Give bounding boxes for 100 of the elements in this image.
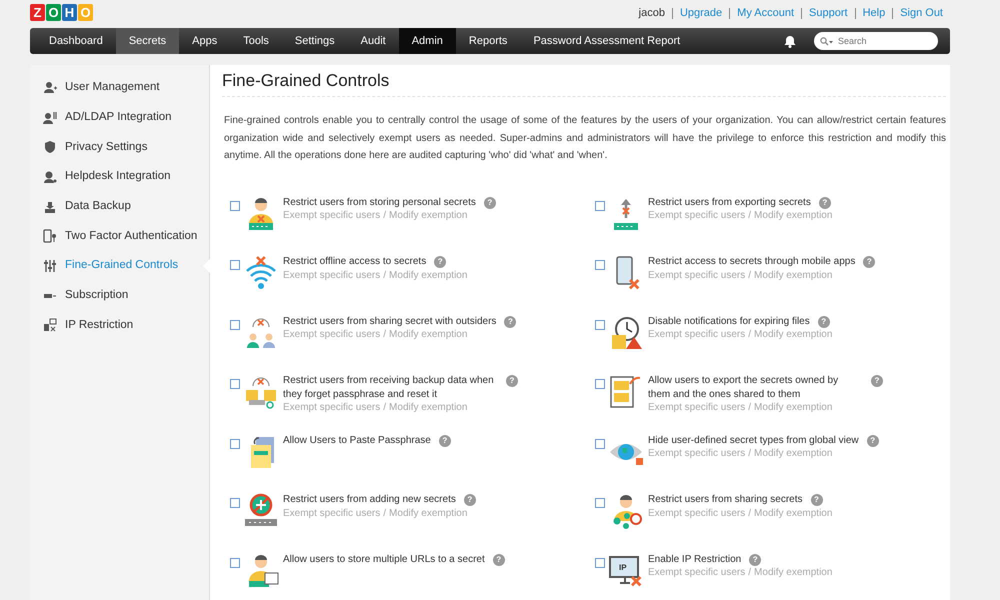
- sidebar-icon: [43, 258, 57, 273]
- exemption-link[interactable]: Exempt specific users: [648, 270, 746, 281]
- exemption-link[interactable]: Modify exemption: [389, 210, 468, 222]
- nav-tab[interactable]: Tools: [230, 28, 282, 54]
- sidebar-item[interactable]: AD/LDAP Integration: [30, 102, 209, 132]
- separator: /: [747, 448, 752, 460]
- nav-tab[interactable]: Reports: [456, 28, 520, 54]
- sidebar-icon: [43, 80, 57, 95]
- user-name: jacob: [637, 8, 666, 19]
- exemption-link[interactable]: Modify exemption: [389, 508, 468, 519]
- nav-tab[interactable]: Password Assessment Report: [520, 28, 694, 54]
- header-link[interactable]: Support: [801, 8, 855, 19]
- exemption-link[interactable]: Exempt specific users: [283, 329, 380, 340]
- checkbox[interactable]: [230, 320, 240, 330]
- exemption-link[interactable]: Exempt specific users: [283, 210, 380, 222]
- separator: /: [382, 508, 388, 519]
- control-label: Restrict users from sharing secret with outsiders: [283, 314, 496, 328]
- notification-bell-icon[interactable]: [784, 34, 796, 48]
- separator: /: [747, 508, 752, 519]
- help-icon[interactable]: ?: [506, 375, 518, 388]
- checkbox[interactable]: [595, 498, 605, 508]
- search-icon: [820, 37, 834, 46]
- exemption-link[interactable]: Modify exemption: [754, 210, 832, 222]
- header-link[interactable]: Help: [854, 8, 892, 19]
- sidebar-icon: [43, 170, 57, 184]
- checkbox[interactable]: [230, 498, 240, 508]
- checkbox[interactable]: [595, 260, 605, 270]
- sidebar-icon: [43, 318, 57, 332]
- header-link[interactable]: My Account: [729, 8, 802, 19]
- help-icon[interactable]: ?: [438, 434, 451, 447]
- separator: /: [382, 210, 388, 222]
- checkbox[interactable]: [595, 200, 605, 211]
- separator: /: [747, 567, 752, 578]
- exemption-link[interactable]: Exempt specific users: [648, 567, 746, 578]
- sidebar-item[interactable]: Helpdesk Integration: [30, 162, 209, 192]
- help-icon[interactable]: ?: [871, 375, 883, 388]
- exemption-link[interactable]: Modify exemption: [754, 270, 832, 281]
- search-field[interactable]: Search: [814, 32, 938, 50]
- checkbox[interactable]: [230, 379, 240, 390]
- nav-tab[interactable]: Admin: [398, 28, 456, 54]
- exemption-link[interactable]: Modify exemption: [754, 448, 832, 460]
- help-icon[interactable]: ?: [434, 256, 446, 268]
- exemption-link[interactable]: Exempt specific users: [648, 329, 746, 340]
- nav-tab[interactable]: Settings: [282, 28, 348, 54]
- nav-tab[interactable]: Secrets: [116, 28, 180, 54]
- control-label: Restrict users from adding new secrets: [283, 493, 456, 507]
- exemption-link[interactable]: Modify exemption: [754, 567, 832, 578]
- exemption-link[interactable]: Modify exemption: [389, 402, 468, 413]
- control-label: Restrict offline access to secrets: [283, 255, 426, 269]
- help-icon[interactable]: ?: [818, 196, 831, 209]
- sidebar-item[interactable]: Subscription: [30, 280, 209, 310]
- help-icon[interactable]: ?: [866, 434, 879, 447]
- checkbox[interactable]: [230, 438, 240, 449]
- sidebar-item[interactable]: Privacy Settings: [30, 132, 209, 162]
- separator: /: [747, 402, 752, 413]
- sidebar-icon: [43, 110, 57, 125]
- exemption-link[interactable]: Modify exemption: [389, 329, 468, 340]
- control-label: Enable IP Restriction: [648, 552, 742, 566]
- exemption-link[interactable]: Exempt specific users: [648, 508, 746, 519]
- separator: /: [747, 329, 752, 340]
- checkbox[interactable]: [230, 200, 240, 211]
- checkbox[interactable]: [230, 558, 240, 568]
- separator: /: [747, 270, 752, 281]
- exemption-link[interactable]: Modify exemption: [754, 402, 832, 413]
- nav-tab[interactable]: Audit: [348, 28, 399, 54]
- help-icon[interactable]: ?: [504, 316, 516, 328]
- control-label: Restrict access to secrets through mobile apps: [648, 255, 856, 269]
- sidebar-icon: [43, 140, 57, 154]
- checkbox[interactable]: [595, 379, 605, 390]
- checkbox[interactable]: [595, 320, 605, 330]
- exemption-link[interactable]: Modify exemption: [754, 508, 832, 519]
- page-title: Fine-Grained Controls: [222, 65, 946, 98]
- help-icon[interactable]: ?: [464, 494, 476, 506]
- exemption-link[interactable]: Exempt specific users: [283, 270, 380, 281]
- checkbox[interactable]: [595, 438, 605, 449]
- help-icon[interactable]: ?: [492, 554, 505, 566]
- nav-tab[interactable]: Dashboard: [36, 28, 116, 54]
- sidebar-item[interactable]: Two Factor Authentication: [30, 221, 209, 252]
- help-icon[interactable]: ?: [484, 196, 496, 209]
- sidebar-item[interactable]: IP Restriction: [30, 310, 209, 340]
- exemption-link[interactable]: Exempt specific users: [283, 508, 380, 519]
- help-icon[interactable]: ?: [810, 494, 822, 506]
- exemption-link[interactable]: Exempt specific users: [648, 448, 746, 460]
- exemption-link[interactable]: Modify exemption: [389, 270, 468, 281]
- header-link[interactable]: Upgrade: [672, 8, 730, 19]
- sidebar-item[interactable]: User Management: [30, 73, 209, 103]
- checkbox[interactable]: [595, 558, 605, 568]
- exemption-link[interactable]: Exempt specific users: [648, 210, 746, 222]
- nav-tab[interactable]: Apps: [179, 28, 230, 54]
- exemption-link[interactable]: Exempt specific users: [648, 402, 746, 413]
- help-icon[interactable]: ?: [749, 554, 762, 566]
- control-label: Allow users to export the secrets owned by them and the ones shared to them: [648, 374, 840, 401]
- separator: /: [382, 270, 388, 281]
- checkbox[interactable]: [230, 260, 240, 270]
- header-link[interactable]: Sign Out: [892, 8, 950, 19]
- sidebar-item[interactable]: Data Backup: [30, 192, 209, 222]
- exemption-link[interactable]: Exempt specific users: [283, 402, 380, 413]
- help-icon[interactable]: ?: [863, 256, 876, 268]
- exemption-link[interactable]: Modify exemption: [754, 329, 832, 340]
- help-icon[interactable]: ?: [818, 316, 830, 328]
